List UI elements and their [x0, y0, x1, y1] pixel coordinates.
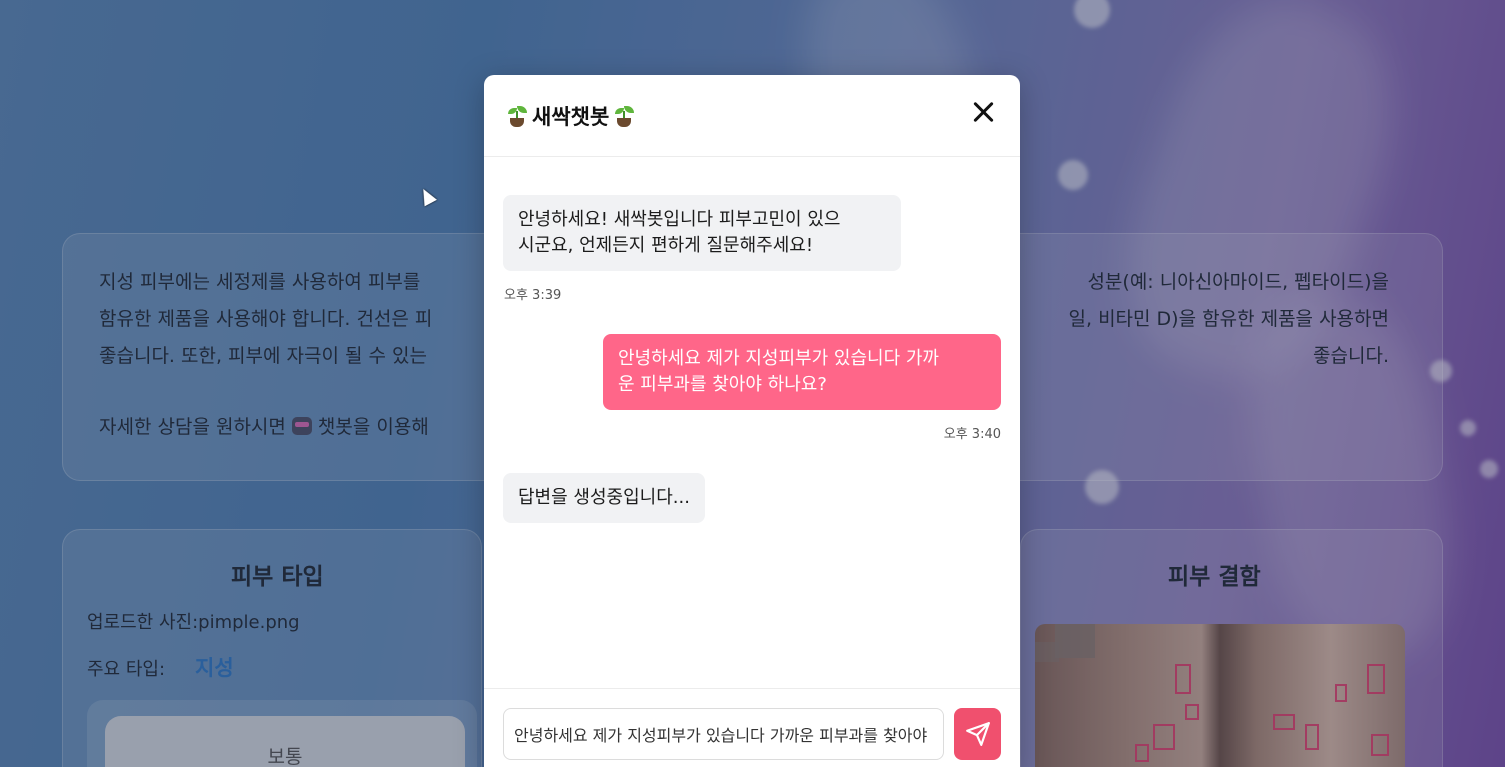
sprout-icon	[613, 105, 635, 127]
send-button[interactable]	[954, 708, 1001, 760]
chatbot-title-group: 새싹챗봇	[506, 101, 635, 131]
send-icon	[966, 722, 990, 746]
user-message-line: 안녕하세요 제가 지성피부가 있습니다 가까	[618, 348, 939, 369]
bot-message-line: 안녕하세요! 새싹봇입니다 피부고민이 있으	[518, 209, 841, 230]
message-list: 안녕하세요! 새싹봇입니다 피부고민이 있으 시군요, 언제든지 편하게 질문해…	[484, 157, 1020, 689]
user-message-line: 운 피부과를 찾아야 하나요?	[618, 374, 827, 395]
message-timestamp: 오후 3:40	[943, 427, 1001, 442]
chat-input-bar	[484, 688, 1020, 767]
chatbot-modal: 새싹챗봇 안녕하세요! 새싹봇입니다 피부고민이 있으 시군요, 언제든지 편하…	[484, 75, 1020, 767]
chatbot-header: 새싹챗봇	[484, 75, 1020, 157]
chat-input[interactable]	[503, 708, 944, 760]
bot-message: 안녕하세요! 새싹봇입니다 피부고민이 있으 시군요, 언제든지 편하게 질문해…	[503, 195, 901, 271]
bot-typing-message: 답변을 생성중입니다...	[503, 473, 705, 523]
bot-message-line: 시군요, 언제든지 편하게 질문해주세요!	[518, 235, 814, 256]
chatbot-title: 새싹챗봇	[532, 105, 610, 129]
user-message: 안녕하세요 제가 지성피부가 있습니다 가까 운 피부과를 찾아야 하나요?	[603, 334, 1001, 410]
message-timestamp: 오후 3:39	[504, 288, 562, 303]
close-icon[interactable]	[972, 101, 994, 123]
sprout-icon	[506, 105, 528, 127]
